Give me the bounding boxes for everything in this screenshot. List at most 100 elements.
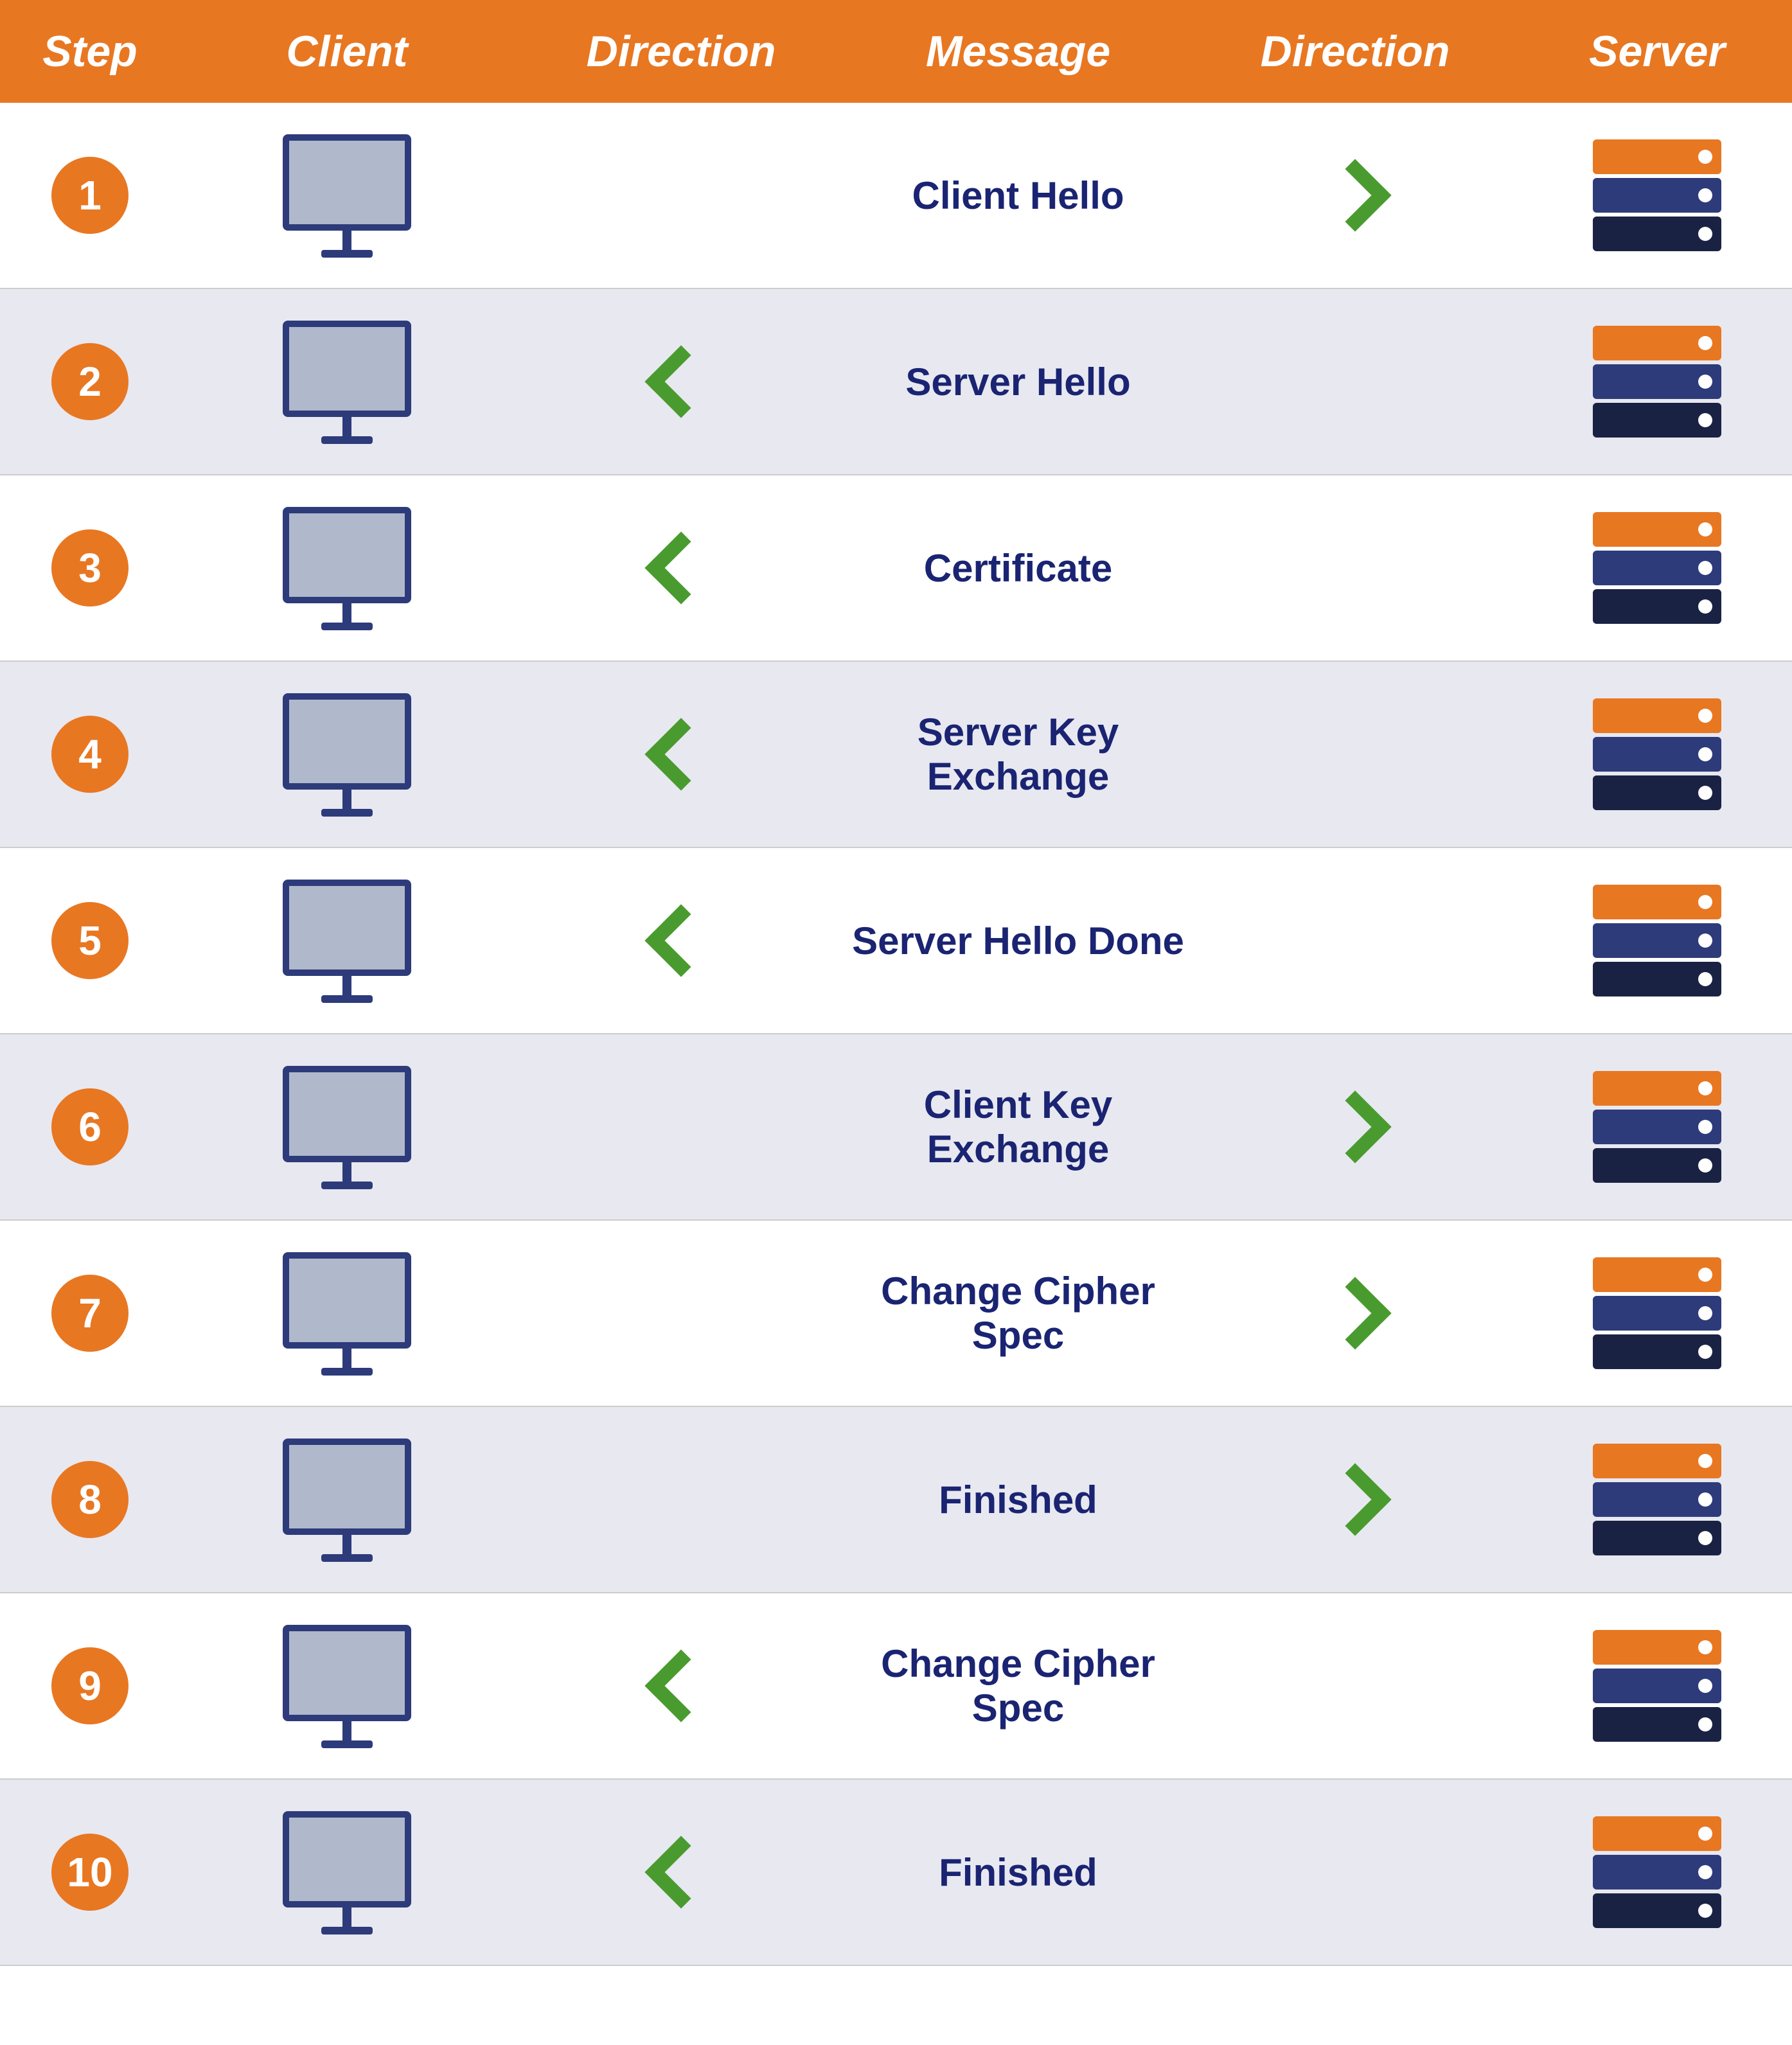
message-text: Finished	[939, 1850, 1097, 1895]
server-dot	[1698, 336, 1712, 350]
monitor-icon	[283, 507, 411, 629]
step-cell: 6	[0, 1034, 180, 1219]
server-dot	[1698, 150, 1712, 164]
step-badge: 4	[51, 716, 129, 793]
server-rack-mid	[1593, 178, 1721, 213]
server-rack-bot	[1593, 775, 1721, 810]
monitor-screen	[283, 1439, 411, 1535]
monitor-screen	[283, 1625, 411, 1721]
monitor-icon	[283, 880, 411, 1002]
monitor-stand	[321, 250, 373, 258]
server-rack-bot	[1593, 1521, 1721, 1555]
message-cell: Client Key Exchange	[848, 1034, 1188, 1219]
monitor-base	[342, 976, 351, 995]
step-cell: 2	[0, 289, 180, 474]
server-dot	[1698, 934, 1712, 948]
client-cell	[180, 475, 514, 660]
rows-container: 1 Client Hello 2 Server Hello	[0, 103, 1792, 1966]
server-rack-top	[1593, 1816, 1721, 1851]
direction1-cell	[514, 1593, 848, 1778]
step-badge: 3	[51, 529, 129, 606]
server-icon	[1593, 1257, 1721, 1369]
server-dot	[1698, 1717, 1712, 1731]
message-text: Server Hello	[905, 360, 1130, 404]
server-rack-bot	[1593, 1148, 1721, 1183]
main-table: Step Client Direction Message Direction …	[0, 0, 1792, 1966]
server-cell	[1522, 103, 1792, 288]
header-direction1: Direction	[514, 26, 848, 76]
monitor-stand	[321, 1740, 373, 1748]
header-direction2: Direction	[1188, 26, 1522, 76]
table-row: 3 Certificate	[0, 475, 1792, 662]
direction2-cell	[1188, 475, 1522, 660]
server-rack-mid	[1593, 737, 1721, 772]
server-dot	[1698, 1306, 1712, 1320]
header-row: Step Client Direction Message Direction …	[0, 0, 1792, 103]
message-cell: Certificate	[848, 475, 1188, 660]
direction1-cell	[514, 103, 848, 288]
message-cell: Finished	[848, 1780, 1188, 1965]
monitor-stand	[321, 1182, 373, 1189]
direction1-cell	[514, 1780, 848, 1965]
client-cell	[180, 289, 514, 474]
monitor-screen	[283, 1811, 411, 1908]
server-rack-top	[1593, 326, 1721, 360]
message-cell: Client Hello	[848, 103, 1188, 288]
server-icon	[1593, 1816, 1721, 1928]
monitor-base	[342, 1349, 351, 1368]
server-icon	[1593, 1630, 1721, 1742]
client-cell	[180, 848, 514, 1033]
message-cell: Finished	[848, 1407, 1188, 1592]
message-text: Finished	[939, 1478, 1097, 1522]
server-rack-top	[1593, 139, 1721, 174]
table-row: 6 Client Key Exchange	[0, 1034, 1792, 1221]
message-text: Server Hello Done	[852, 919, 1184, 963]
client-cell	[180, 1221, 514, 1406]
monitor-screen	[283, 134, 411, 231]
server-dot	[1698, 747, 1712, 761]
server-icon	[1593, 1444, 1721, 1555]
message-text: Change Cipher Spec	[848, 1642, 1188, 1730]
server-rack-top	[1593, 885, 1721, 919]
server-rack-bot	[1593, 403, 1721, 438]
server-dot	[1698, 972, 1712, 986]
server-icon	[1593, 512, 1721, 624]
server-rack-top	[1593, 1071, 1721, 1106]
server-cell	[1522, 1593, 1792, 1778]
server-rack-bot	[1593, 1707, 1721, 1742]
table-row: 7 Change Cipher Spec	[0, 1221, 1792, 1407]
step-cell: 9	[0, 1593, 180, 1778]
monitor-base	[342, 1721, 351, 1740]
message-cell: Change Cipher Spec	[848, 1221, 1188, 1406]
arrow-right-icon	[1318, 159, 1391, 231]
client-cell	[180, 1780, 514, 1965]
server-dot	[1698, 1531, 1712, 1545]
monitor-base	[342, 1162, 351, 1182]
monitor-base	[342, 603, 351, 623]
arrow-left-icon	[644, 531, 717, 604]
server-dot	[1698, 1904, 1712, 1918]
server-icon	[1593, 326, 1721, 438]
client-cell	[180, 1593, 514, 1778]
direction1-cell	[514, 1407, 848, 1592]
message-text: Change Cipher Spec	[848, 1269, 1188, 1358]
client-cell	[180, 662, 514, 847]
step-badge: 1	[51, 157, 129, 234]
step-badge: 6	[51, 1088, 129, 1165]
server-cell	[1522, 848, 1792, 1033]
server-cell	[1522, 475, 1792, 660]
monitor-stand	[321, 995, 373, 1003]
message-cell: Server Key Exchange	[848, 662, 1188, 847]
message-text: Certificate	[924, 546, 1112, 590]
step-badge: 9	[51, 1647, 129, 1724]
step-cell: 10	[0, 1780, 180, 1965]
monitor-screen	[283, 1066, 411, 1162]
direction2-cell	[1188, 289, 1522, 474]
direction1-cell	[514, 289, 848, 474]
step-cell: 5	[0, 848, 180, 1033]
server-cell	[1522, 662, 1792, 847]
step-cell: 8	[0, 1407, 180, 1592]
server-cell	[1522, 1407, 1792, 1592]
monitor-stand	[321, 809, 373, 817]
server-cell	[1522, 289, 1792, 474]
